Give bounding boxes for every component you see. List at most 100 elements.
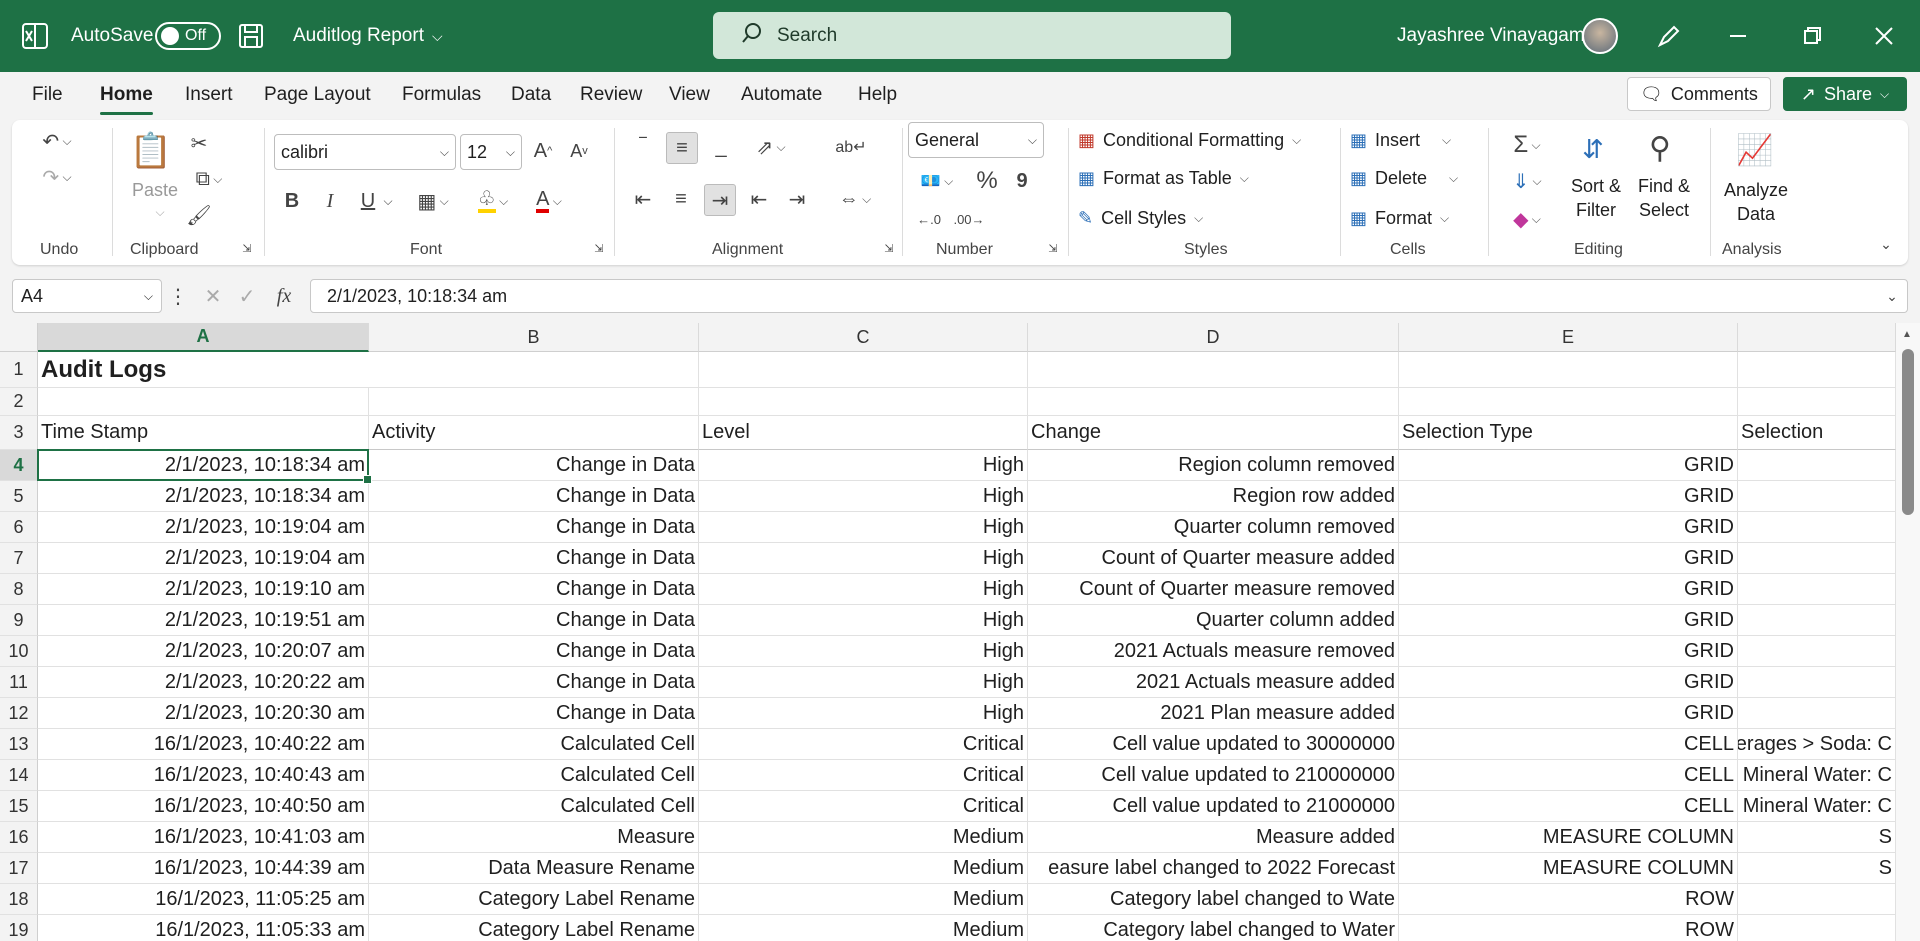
table-cell[interactable]: High bbox=[699, 481, 1028, 512]
row-header[interactable]: 17 bbox=[0, 853, 38, 884]
tab-data[interactable]: Data bbox=[511, 84, 551, 106]
table-cell[interactable]: 16/1/2023, 10:41:03 am bbox=[38, 822, 369, 853]
comments-button[interactable]: 🗨 Comments bbox=[1627, 77, 1771, 111]
table-cell[interactable]: CELL bbox=[1399, 791, 1738, 822]
sheet-title[interactable]: Audit Logs bbox=[38, 352, 369, 388]
table-cell[interactable]: S bbox=[1738, 822, 1896, 853]
grid-cell[interactable] bbox=[1399, 388, 1738, 416]
table-cell[interactable]: 2/1/2023, 10:19:51 am bbox=[38, 605, 369, 636]
column-title-cell[interactable]: Level bbox=[699, 416, 1028, 450]
grid-cell[interactable] bbox=[699, 388, 1028, 416]
table-cell[interactable] bbox=[1738, 915, 1896, 941]
italic-button[interactable]: I bbox=[316, 186, 344, 216]
table-cell[interactable]: Cell value updated to 21000000 bbox=[1028, 791, 1399, 822]
row-header[interactable]: 18 bbox=[0, 884, 38, 915]
cancel-entry-icon[interactable]: ✕ bbox=[200, 281, 226, 311]
table-cell[interactable] bbox=[1738, 698, 1896, 729]
row-header[interactable]: 1 bbox=[0, 352, 38, 388]
table-cell[interactable]: 2/1/2023, 10:20:30 am bbox=[38, 698, 369, 729]
decrease-font-size-icon[interactable]: Av bbox=[564, 136, 594, 166]
spreadsheet-grid[interactable]: A B C D E 1 2 3 4 5 6 7 8 9 10 11 12 13 14 15 16 17 18 19 Audit … bbox=[0, 323, 1920, 941]
avatar[interactable] bbox=[1582, 0, 1618, 72]
table-cell[interactable]: MEASURE COLUMN bbox=[1399, 822, 1738, 853]
table-cell[interactable]: verages > Soda: C bbox=[1738, 729, 1896, 760]
table-cell[interactable]: GRID bbox=[1399, 543, 1738, 574]
undo-icon[interactable]: ↶ ⌵ bbox=[32, 126, 82, 156]
align-left-icon[interactable]: ⇤ bbox=[628, 184, 658, 214]
restore-icon[interactable] bbox=[1803, 0, 1821, 72]
tab-help[interactable]: Help bbox=[858, 84, 897, 106]
number-format-select[interactable]: General ⌵ bbox=[908, 122, 1044, 158]
table-cell[interactable]: easure label changed to 2022 Forecast bbox=[1028, 853, 1399, 884]
name-box[interactable]: A4 ⌵ bbox=[12, 279, 162, 313]
cut-icon[interactable]: ✂ bbox=[184, 128, 214, 158]
font-name-select[interactable]: calibri ⌵ bbox=[274, 134, 456, 170]
column-title-cell[interactable]: Selection Type bbox=[1399, 416, 1738, 450]
fill-icon[interactable]: ⇓ ⌵ bbox=[1502, 166, 1552, 196]
grid-cell[interactable] bbox=[1738, 352, 1896, 388]
row-header[interactable]: 11 bbox=[0, 667, 38, 698]
table-cell[interactable]: Critical bbox=[699, 760, 1028, 791]
table-cell[interactable] bbox=[1738, 543, 1896, 574]
increase-font-size-icon[interactable]: A ^ bbox=[528, 136, 558, 166]
decrease-indent-icon[interactable]: ⇤ bbox=[744, 184, 774, 214]
table-cell[interactable]: ROW bbox=[1399, 884, 1738, 915]
tab-formulas[interactable]: Formulas bbox=[402, 84, 481, 106]
tab-view[interactable]: View bbox=[669, 84, 710, 106]
scroll-up-icon[interactable]: ▲ bbox=[1902, 329, 1912, 340]
bold-button[interactable]: B bbox=[278, 186, 306, 216]
tab-home[interactable]: Home bbox=[100, 84, 153, 115]
autosave-toggle[interactable]: Off bbox=[155, 0, 221, 72]
table-cell[interactable]: Quarter column added bbox=[1028, 605, 1399, 636]
table-cell[interactable]: GRID bbox=[1399, 667, 1738, 698]
insert-cells-button[interactable]: ▦ Insert ⌵ bbox=[1350, 130, 1451, 151]
formula-input[interactable]: 2/1/2023, 10:18:34 am bbox=[310, 279, 1908, 313]
table-cell[interactable]: GRID bbox=[1399, 605, 1738, 636]
dialog-launcher-icon[interactable]: ⇲ bbox=[882, 241, 896, 255]
confirm-entry-icon[interactable]: ✓ bbox=[234, 281, 260, 311]
analyze-data-icon[interactable]: 📈 bbox=[1730, 126, 1780, 174]
table-cell[interactable]: 2021 Actuals measure removed bbox=[1028, 636, 1399, 667]
format-as-table-button[interactable]: ▦ Format as Table ⌵ bbox=[1078, 168, 1249, 189]
table-cell[interactable]: Change in Data bbox=[369, 636, 699, 667]
table-cell[interactable]: GRID bbox=[1399, 698, 1738, 729]
table-cell[interactable]: Category label changed to Water bbox=[1028, 915, 1399, 941]
borders-icon[interactable]: ▦ ⌵ bbox=[410, 186, 456, 216]
column-header[interactable] bbox=[1738, 323, 1896, 352]
column-header[interactable]: B bbox=[369, 323, 699, 352]
table-cell[interactable]: Measure added bbox=[1028, 822, 1399, 853]
table-cell[interactable]: 2021 Plan measure added bbox=[1028, 698, 1399, 729]
comma-style-button[interactable]: 9 bbox=[1012, 166, 1032, 196]
table-cell[interactable] bbox=[1738, 450, 1896, 481]
row-header[interactable]: 7 bbox=[0, 543, 38, 574]
table-cell[interactable]: 2021 Actuals measure added bbox=[1028, 667, 1399, 698]
find-select-button[interactable]: Find & Select bbox=[1634, 174, 1694, 222]
tab-insert[interactable]: Insert bbox=[185, 84, 233, 106]
table-cell[interactable]: High bbox=[699, 605, 1028, 636]
table-cell[interactable]: Change in Data bbox=[369, 450, 699, 481]
table-cell[interactable]: Count of Quarter measure added bbox=[1028, 543, 1399, 574]
table-cell[interactable] bbox=[1738, 512, 1896, 543]
table-cell[interactable]: Mineral Water: C bbox=[1738, 791, 1896, 822]
decrease-decimal-icon[interactable]: .00→ bbox=[952, 204, 986, 234]
table-cell[interactable]: High bbox=[699, 636, 1028, 667]
table-cell[interactable]: Data Measure Rename bbox=[369, 853, 699, 884]
table-cell[interactable]: CELL bbox=[1399, 729, 1738, 760]
table-cell[interactable]: 16/1/2023, 11:05:25 am bbox=[38, 884, 369, 915]
table-cell[interactable]: High bbox=[699, 512, 1028, 543]
redo-icon[interactable]: ↷ ⌵ bbox=[32, 162, 82, 192]
font-color-icon[interactable]: A ⌵ bbox=[526, 186, 572, 216]
table-cell[interactable]: GRID bbox=[1399, 450, 1738, 481]
grid-cell[interactable] bbox=[1738, 388, 1896, 416]
table-cell[interactable]: 16/1/2023, 11:05:33 am bbox=[38, 915, 369, 941]
table-cell[interactable]: 2/1/2023, 10:19:10 am bbox=[38, 574, 369, 605]
table-cell[interactable]: Change in Data bbox=[369, 543, 699, 574]
more-options-icon[interactable]: ⋮ bbox=[168, 281, 188, 311]
align-right-icon[interactable]: ⇥ bbox=[704, 184, 736, 216]
column-header[interactable]: E bbox=[1399, 323, 1738, 352]
table-cell[interactable]: Mineral Water: C bbox=[1738, 760, 1896, 791]
conditional-formatting-button[interactable]: ▦ Conditional Formatting ⌵ bbox=[1078, 130, 1301, 151]
dialog-launcher-icon[interactable]: ⇲ bbox=[1046, 241, 1060, 255]
table-cell[interactable] bbox=[1738, 884, 1896, 915]
row-header[interactable]: 8 bbox=[0, 574, 38, 605]
